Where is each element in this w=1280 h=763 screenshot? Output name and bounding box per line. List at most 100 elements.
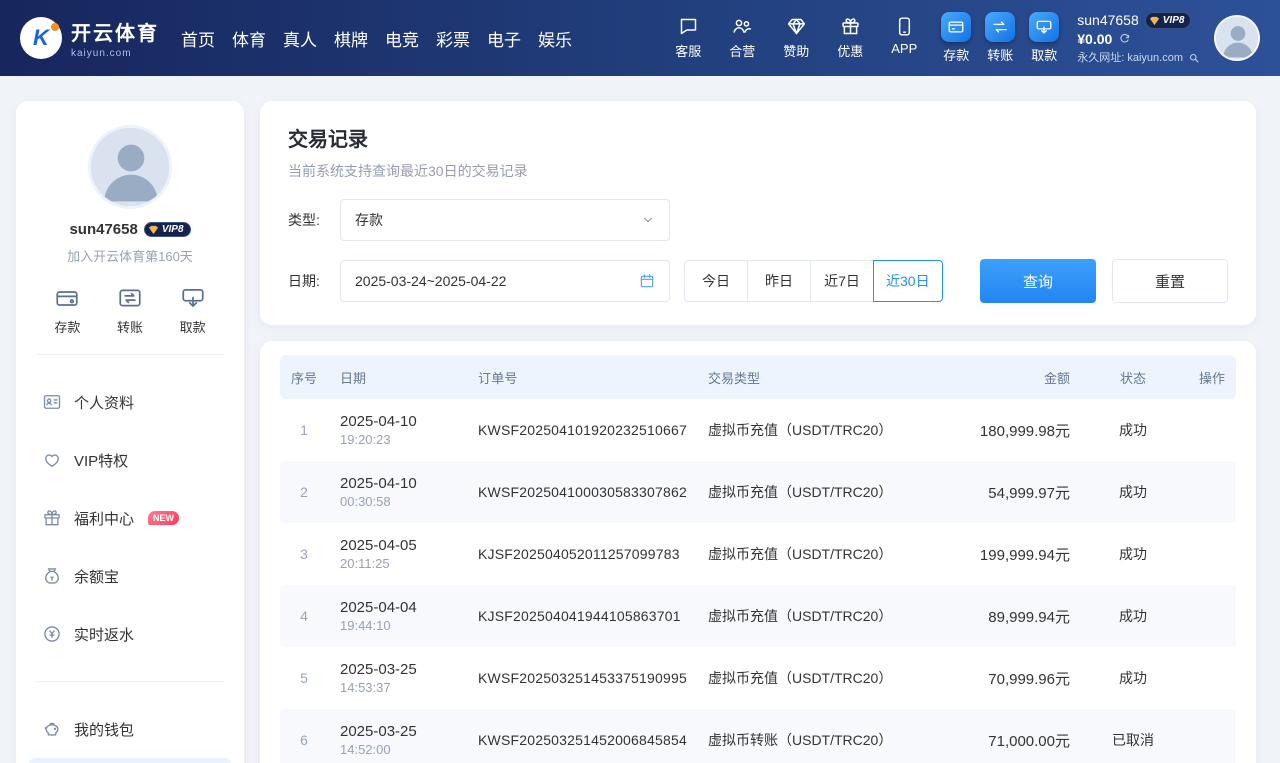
gift-icon [42, 508, 62, 528]
row-date: 2025-04-10 19:20:23 [328, 413, 478, 447]
people-icon [732, 16, 753, 37]
sidebar-item-welfare[interactable]: 福利中心 NEW [28, 489, 232, 547]
nav-item-live[interactable]: 真人 [283, 26, 317, 51]
row-amount: 180,999.98元 [928, 420, 1078, 441]
chat-icon [678, 16, 699, 37]
main-content: 交易记录 当前系统支持查询最近30日的交易记录 类型: 存款 日期: 2025-… [260, 101, 1256, 763]
sidebar-item-rebate[interactable]: 实时返水 [28, 605, 232, 663]
page-subtitle: 当前系统支持查询最近30日的交易记录 [288, 161, 1228, 181]
header-wallet-actions: 存款 转账 取款 [941, 12, 1059, 64]
row-order-number: KWSF202503251453375190995 [478, 670, 708, 686]
row-index: 3 [280, 546, 328, 562]
sidebar-item-yuebao[interactable]: 余额宝 [28, 547, 232, 605]
range-today-button[interactable]: 今日 [684, 260, 748, 302]
row-time-value: 14:53:37 [340, 680, 478, 695]
row-date-value: 2025-04-04 [340, 599, 478, 616]
service-customer-support[interactable]: 客服 [669, 16, 707, 60]
sidebar-item-wallet[interactable]: 我的钱包 [28, 700, 232, 758]
service-promotions[interactable]: 优惠 [831, 16, 869, 60]
filter-panel: 交易记录 当前系统支持查询最近30日的交易记录 类型: 存款 日期: 2025-… [260, 101, 1256, 325]
search-button[interactable]: 查询 [980, 259, 1096, 303]
sidebar-item-label: 余额宝 [74, 566, 119, 587]
wallet-action-label: 存款 [943, 45, 969, 64]
quick-action-label: 存款 [54, 317, 80, 336]
search-icon[interactable] [1188, 52, 1200, 64]
nav-item-sports[interactable]: 体育 [232, 26, 266, 51]
row-type: 虚拟币充值（USDT/TRC20） [708, 544, 928, 564]
divider [36, 681, 224, 682]
sidebar-transfer-button[interactable]: 转账 [117, 285, 143, 336]
id-card-icon [42, 392, 62, 412]
joined-days-text: 加入开云体育第160天 [28, 246, 232, 265]
row-date: 2025-04-04 19:44:10 [328, 599, 478, 633]
row-order-number: KWSF202504101920232510667 [478, 422, 708, 438]
logo-mark-icon: K [20, 17, 62, 59]
table-row: 4 2025-04-04 19:44:10 KJSF20250404194410… [280, 585, 1236, 647]
type-select[interactable]: 存款 [340, 199, 670, 241]
date-range-input[interactable]: 2025-03-24~2025-04-22 [340, 260, 670, 302]
vip-gem-icon [1149, 15, 1160, 26]
header-deposit-button[interactable]: 存款 [941, 12, 971, 64]
row-date: 2025-04-05 20:11:25 [328, 537, 478, 571]
table-row: 1 2025-04-10 19:20:23 KWSF20250410192023… [280, 399, 1236, 461]
nav-item-lottery[interactable]: 彩票 [436, 26, 470, 51]
row-time-value: 20:11:25 [340, 556, 478, 571]
user-avatar[interactable] [1214, 15, 1260, 61]
new-badge: NEW [148, 511, 179, 525]
header-withdraw-button[interactable]: 取款 [1029, 12, 1059, 64]
permanent-url-text: 永久网址: kaiyun.com [1077, 51, 1183, 65]
col-header-status: 状态 [1078, 368, 1188, 387]
row-date: 2025-03-25 14:52:00 [328, 723, 478, 757]
sidebar-withdraw-button[interactable]: 取款 [180, 285, 206, 336]
row-amount: 199,999.94元 [928, 544, 1078, 565]
nav-item-slots[interactable]: 电子 [487, 26, 521, 51]
row-date-value: 2025-04-10 [340, 413, 478, 430]
service-sponsor[interactable]: 赞助 [777, 16, 815, 60]
sidebar-item-profile[interactable]: 个人资料 [28, 373, 232, 431]
date-label: 日期: [288, 271, 330, 291]
row-status: 成功 [1078, 482, 1188, 502]
sidebar-item-vip[interactable]: VIP特权 [28, 431, 232, 489]
top-header: K 开云体育 kaiyun.com 首页 体育 真人 棋牌 电竞 彩票 电子 娱… [0, 0, 1280, 76]
quick-action-label: 取款 [180, 317, 206, 336]
moneybag-icon [42, 566, 62, 586]
refresh-icon[interactable] [1118, 33, 1131, 46]
row-amount: 70,999.96元 [928, 668, 1078, 689]
calendar-icon [639, 273, 655, 289]
range-7days-button[interactable]: 近7日 [810, 260, 874, 302]
transactions-table: 序号 日期 订单号 交易类型 金额 状态 操作 1 2025-04-10 19:… [260, 341, 1256, 763]
row-status: 成功 [1078, 420, 1188, 440]
range-30days-button[interactable]: 近30日 [873, 260, 943, 302]
header-transfer-button[interactable]: 转账 [985, 12, 1015, 64]
row-type: 虚拟币充值（USDT/TRC20） [708, 606, 928, 626]
logo-domain: kaiyun.com [71, 48, 159, 59]
col-header-action: 操作 [1188, 368, 1236, 387]
quick-range-group: 今日 昨日 近7日 近30日 [684, 260, 943, 302]
row-type: 虚拟币充值（USDT/TRC20） [708, 482, 928, 502]
service-partnership[interactable]: 合营 [723, 16, 761, 60]
main-nav: 首页 体育 真人 棋牌 电竞 彩票 电子 娱乐 [181, 26, 572, 51]
nav-item-entertainment[interactable]: 娱乐 [538, 26, 572, 51]
vip-gem-icon [148, 224, 159, 235]
user-info: sun47658 VIP8 ¥0.00 永久网址: kaiyun.com [1077, 11, 1200, 65]
site-logo[interactable]: K 开云体育 kaiyun.com [20, 17, 159, 59]
sidebar-item-label: 福利中心 [74, 508, 134, 529]
row-order-number: KJSF202504041944105863701 [478, 608, 708, 624]
nav-item-home[interactable]: 首页 [181, 26, 215, 51]
sidebar-deposit-button[interactable]: 存款 [54, 285, 80, 336]
avatar-image [1216, 17, 1260, 61]
reset-button[interactable]: 重置 [1112, 259, 1228, 303]
table-row: 5 2025-03-25 14:53:37 KWSF20250325145337… [280, 647, 1236, 709]
col-header-index: 序号 [280, 368, 328, 387]
table-header: 序号 日期 订单号 交易类型 金额 状态 操作 [280, 355, 1236, 399]
row-order-number: KWSF202503251452006845854 [478, 732, 708, 748]
nav-item-esports[interactable]: 电竞 [385, 26, 419, 51]
page-title: 交易记录 [288, 123, 1228, 152]
row-time-value: 19:20:23 [340, 432, 478, 447]
sidebar-item-transactions[interactable]: 交易记录 [28, 758, 232, 763]
nav-item-chess[interactable]: 棋牌 [334, 26, 368, 51]
service-app[interactable]: APP [885, 16, 923, 60]
row-index: 1 [280, 422, 328, 438]
profile-avatar [88, 125, 172, 209]
range-yesterday-button[interactable]: 昨日 [747, 260, 811, 302]
